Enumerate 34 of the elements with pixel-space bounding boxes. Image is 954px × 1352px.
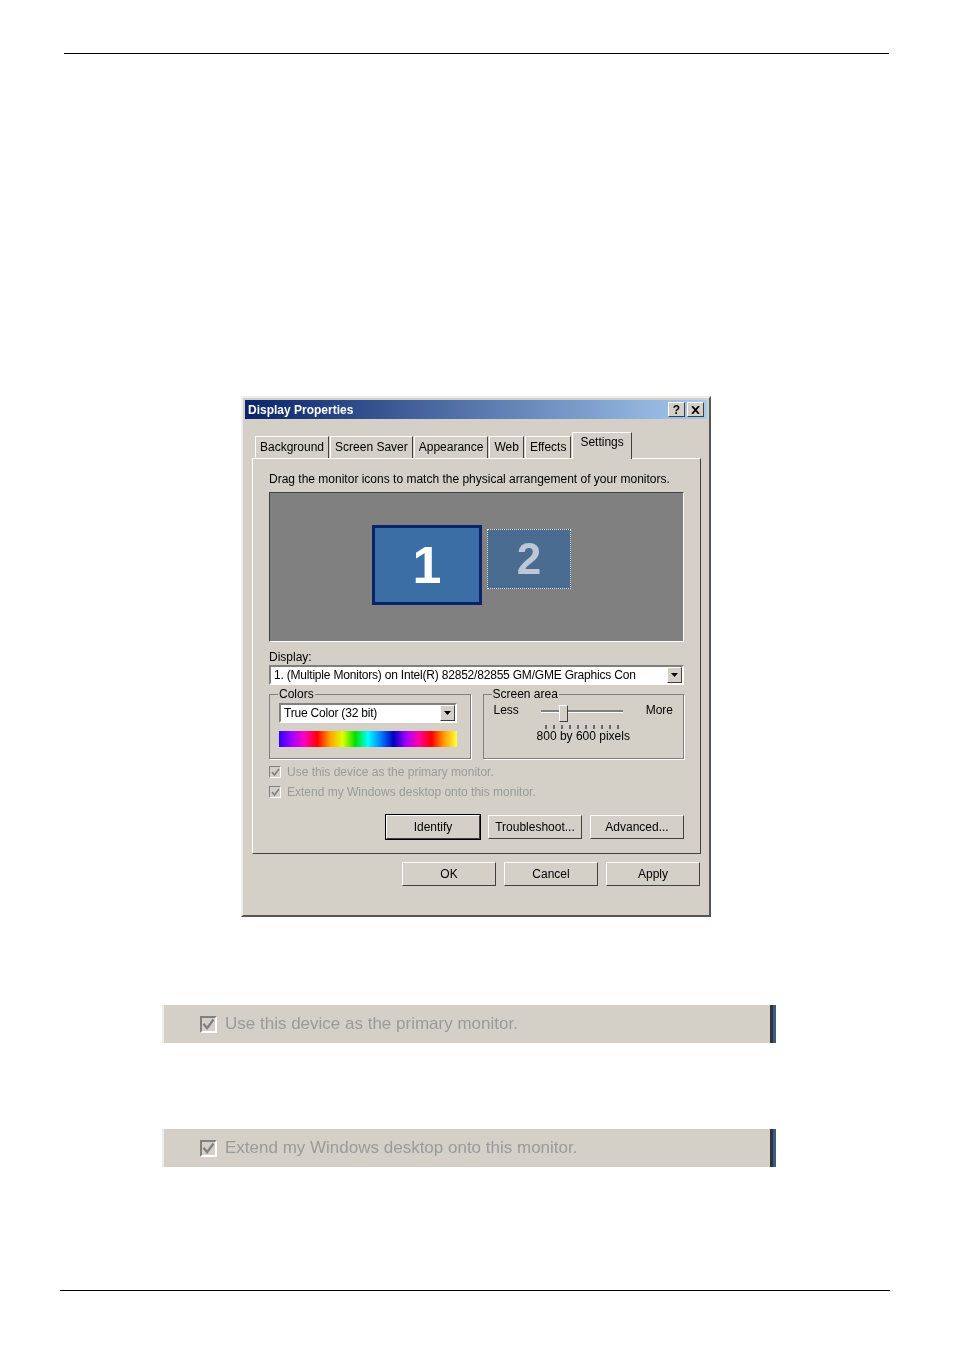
checkbox-label: Extend my Windows desktop onto this monitor. — [287, 785, 536, 799]
display-label: Display: — [269, 650, 313, 664]
tab[interactable]: Settings — [572, 432, 632, 459]
checkbox-label: Use this device as the primary monitor. — [287, 765, 494, 779]
close-button[interactable] — [687, 402, 704, 417]
group-title: Screen area — [491, 687, 559, 701]
dialog-button[interactable]: Apply — [606, 862, 700, 886]
panel-button[interactable]: Advanced... — [590, 815, 684, 839]
tab[interactable]: Web — [489, 436, 524, 458]
display-dropdown[interactable]: 1. (Multiple Monitors) on Intel(R) 82852/82855 GM/GME Graphics Con — [269, 665, 684, 685]
checkbox-label: Use this device as the primary monitor. — [225, 1014, 518, 1034]
colors-dropdown[interactable]: True Color (32 bit) — [279, 703, 457, 723]
slider-max-label: More — [645, 703, 673, 717]
close-icon — [691, 405, 700, 414]
monitor-icon[interactable]: 1 — [372, 525, 482, 605]
tab[interactable]: Effects — [524, 436, 572, 458]
checkbox-label: Extend my Windows desktop onto this monitor. — [225, 1138, 578, 1158]
resolution-slider[interactable] — [541, 705, 624, 731]
window-title: Display Properties — [248, 402, 354, 417]
panel-button[interactable]: Identify — [386, 815, 480, 839]
group-title: Colors — [278, 687, 315, 701]
dropdown-arrow-icon — [444, 711, 451, 715]
dialog-button[interactable]: Cancel — [504, 862, 598, 886]
tab[interactable]: Background — [255, 436, 330, 458]
help-button[interactable]: ? — [668, 402, 685, 417]
instruction-text: Drag the monitor icons to match the physical arrangement of your monitors. — [269, 472, 671, 486]
tab[interactable]: Screen Saver — [330, 436, 413, 458]
dropdown-arrow-icon — [671, 673, 678, 677]
tab[interactable]: Appearance — [413, 436, 489, 458]
resolution-reading: 800 by 600 pixels — [535, 729, 631, 743]
panel-button[interactable]: Troubleshoot... — [488, 815, 582, 839]
dialog-button[interactable]: OK — [402, 862, 496, 886]
slider-min-label: Less — [493, 703, 519, 717]
slider-thumb[interactable] — [559, 705, 569, 722]
